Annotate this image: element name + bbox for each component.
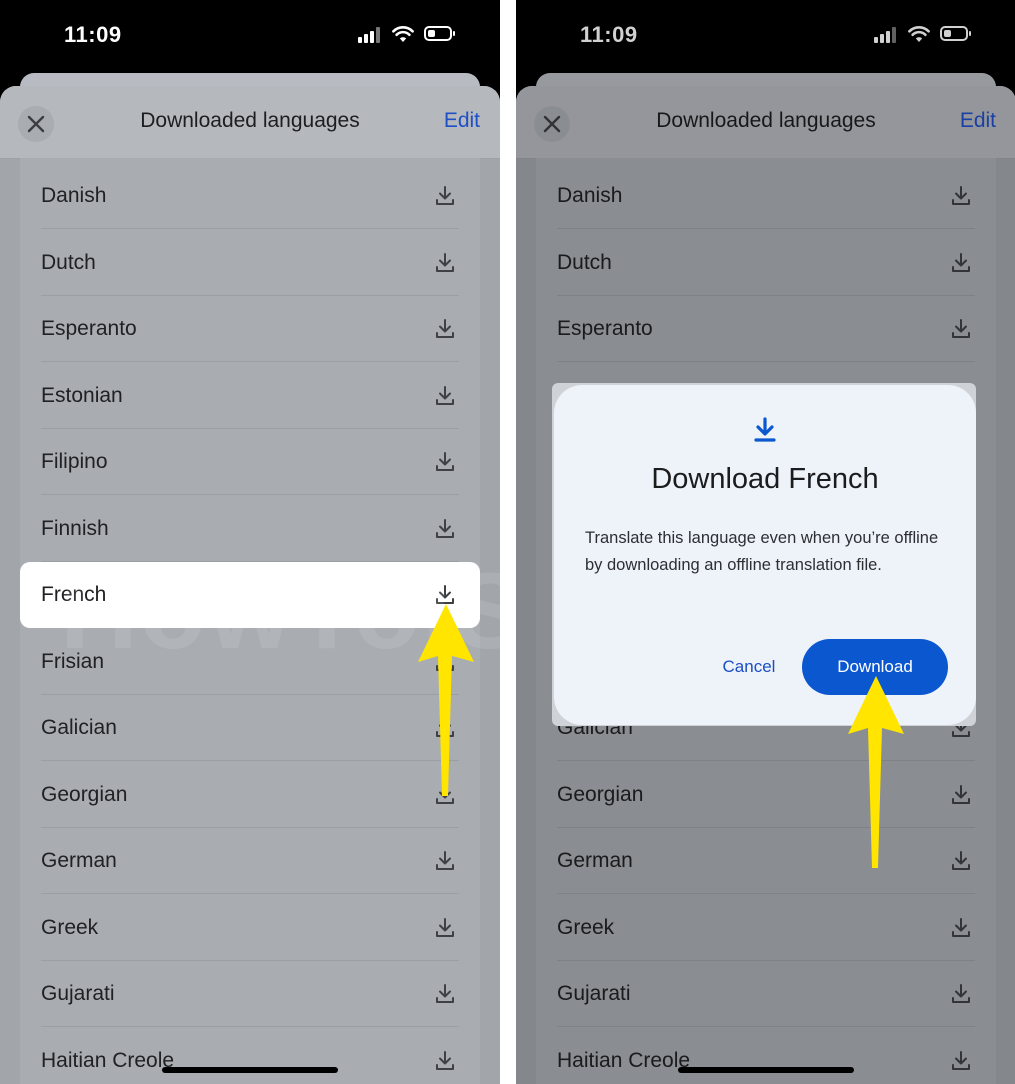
home-indicator [678,1067,854,1073]
language-label: Georgian [41,782,128,806]
language-row[interactable]: Georgian [20,762,480,828]
download-icon[interactable] [434,518,456,540]
language-label: Danish [41,184,107,207]
yellow-arrow-annotation [418,604,474,796]
download-icon[interactable] [434,983,456,1005]
download-icon[interactable] [434,850,456,872]
language-row[interactable]: Gujarati [20,961,480,1027]
language-row[interactable]: Filipino [20,429,480,495]
language-row[interactable]: Frisian [20,629,480,695]
wifi-icon [392,26,414,42]
language-label: Finnish [41,516,109,540]
language-label: Dutch [41,250,96,274]
language-row[interactable]: Finnish [20,496,480,562]
cancel-button[interactable]: Cancel [704,641,794,693]
status-bar: 11:09 [0,0,500,72]
language-label: Frisian [41,649,105,673]
status-time: 11:09 [64,22,122,47]
language-row[interactable]: Greek [20,895,480,961]
download-icon[interactable] [434,318,456,340]
language-label: French [41,583,107,606]
download-icon[interactable] [434,1050,456,1072]
battery-icon [424,26,455,41]
language-label: Estonian [41,383,123,407]
language-row[interactable]: Esperanto [20,296,480,362]
download-icon [754,417,776,442]
download-dialog: Download French Translate this language … [554,385,976,725]
language-label: Gujarati [41,982,115,1005]
cellular-signal-icon [358,27,382,43]
download-icon[interactable] [434,917,456,939]
download-icon[interactable] [434,252,456,274]
language-label: Esperanto [41,317,137,340]
sheet-title: Downloaded languages [140,109,360,132]
yellow-arrow-annotation [848,676,904,868]
phone-screen-dialog: 11:09 Downloaded languages Edit Danish Du… [516,0,1015,1084]
language-row[interactable]: Dutch [20,230,480,296]
language-label: Galician [41,716,117,739]
home-indicator [162,1067,338,1073]
edit-button[interactable]: Edit [444,109,480,133]
language-row[interactable]: Danish [20,163,480,229]
language-row[interactable]: Estonian [20,363,480,429]
language-label: German [41,849,117,872]
sheet-header: Downloaded languages Edit [0,86,500,159]
language-row[interactable]: Haitian Creole [20,1028,480,1084]
language-label: Filipino [41,450,108,473]
dialog-message: Translate this language even when you’re… [585,529,939,574]
download-icon[interactable] [434,451,456,473]
language-label: Haitian Creole [41,1048,175,1072]
download-icon[interactable] [434,385,456,407]
language-row[interactable]: German [20,828,480,894]
language-row[interactable]: French [20,562,480,628]
phone-screen-list: 11:09 Downloaded languages Edit Danish Du… [0,0,500,1084]
dialog-title: Download French [651,463,879,495]
language-row[interactable]: Galician [20,695,480,761]
download-icon[interactable] [434,185,456,207]
language-label: Greek [41,915,99,939]
